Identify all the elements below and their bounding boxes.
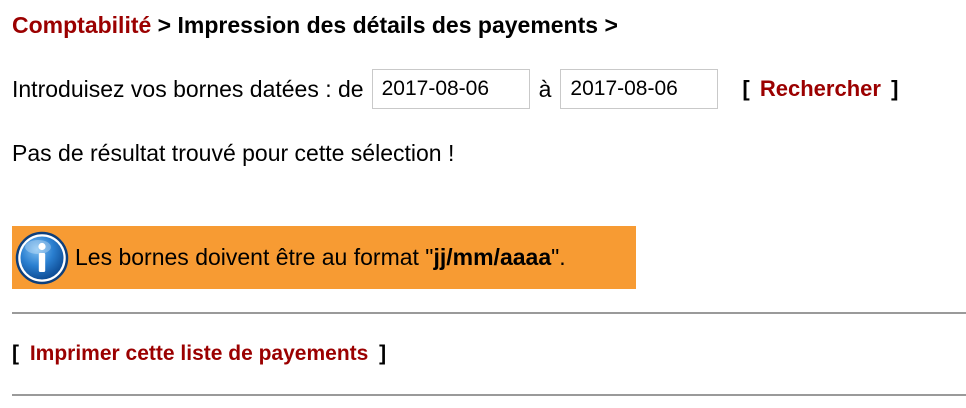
print-list-link[interactable]: Imprimer cette liste de payements	[30, 342, 368, 365]
info-text-after: ".	[551, 244, 566, 270]
info-banner-text: Les bornes doivent être au format "jj/mm…	[75, 244, 566, 271]
page-title: Impression des détails des payements	[177, 12, 599, 38]
breadcrumb-separator: >	[157, 12, 172, 38]
date-format-hint: jj/mm/aaaa	[433, 244, 552, 270]
divider-top	[12, 312, 966, 314]
search-bracket-open: [	[742, 76, 750, 101]
search-bracket-close: ]	[891, 76, 899, 101]
info-text-before: Les bornes doivent être au format "	[75, 244, 434, 270]
breadcrumb-trailing-separator: >	[604, 12, 618, 38]
date-to-label: à	[538, 75, 552, 102]
date-to-input[interactable]	[560, 69, 719, 109]
info-banner: Les bornes doivent être au format "jj/mm…	[12, 226, 636, 289]
date-range-label: Introduisez vos bornes datées : de	[12, 75, 364, 102]
date-from-input[interactable]	[371, 69, 530, 109]
no-result-message: Pas de résultat trouvé pour cette sélect…	[12, 140, 455, 166]
search-button[interactable]: Rechercher	[760, 76, 881, 101]
print-action: [ Imprimer cette liste de payements ]	[12, 342, 386, 366]
search-action: [ Rechercher ]	[742, 76, 898, 102]
print-bracket-open: [	[12, 342, 19, 365]
breadcrumb-link-comptabilite[interactable]: Comptabilité	[12, 12, 151, 38]
date-filter-form: Introduisez vos bornes datées : de à [ R…	[12, 68, 898, 110]
print-bracket-close: ]	[379, 342, 387, 365]
info-icon	[15, 231, 69, 284]
breadcrumb: Comptabilité > Impression des détails de…	[12, 12, 618, 39]
divider-bottom	[12, 394, 966, 396]
